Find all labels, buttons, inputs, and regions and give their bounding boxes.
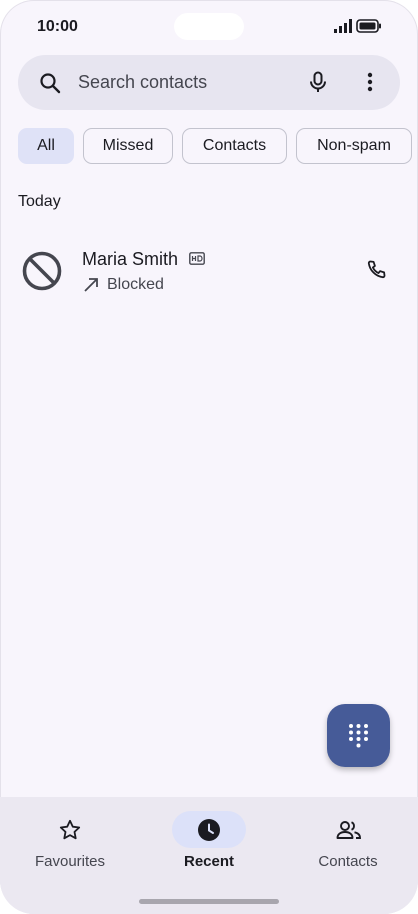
call-log-row[interactable]: Maria Smith Blocked xyxy=(0,235,418,307)
nav-indicator xyxy=(172,811,246,848)
section-header-today: Today xyxy=(18,193,61,210)
filter-chip-label: Contacts xyxy=(202,137,267,154)
camera-notch xyxy=(174,13,244,40)
nav-label: Recent xyxy=(183,853,235,870)
caller-name: Maria Smith xyxy=(82,249,179,269)
block-icon xyxy=(22,251,62,291)
phone-screen: 10:00 Search contacts All Missed Contact… xyxy=(0,0,418,914)
mic-icon[interactable] xyxy=(306,70,330,94)
nav-favourites[interactable]: Favourites xyxy=(0,797,140,887)
nav-label: Contacts xyxy=(318,853,378,870)
search-bar[interactable]: Search contacts xyxy=(18,55,400,110)
filter-chip-label: Missed xyxy=(102,137,154,154)
clock-icon xyxy=(198,819,220,841)
outgoing-call-arrow-icon xyxy=(84,278,98,292)
nav-recent[interactable]: Recent xyxy=(139,797,279,887)
filter-chip-all[interactable]: All xyxy=(18,128,74,164)
search-icon xyxy=(40,73,61,94)
filter-chip-label: All xyxy=(37,137,55,154)
filter-chip-label: Non-spam xyxy=(317,137,391,154)
status-time: 10:00 xyxy=(37,18,78,35)
search-input[interactable]: Search contacts xyxy=(78,72,207,93)
signal-icon xyxy=(334,19,352,33)
call-status: Blocked xyxy=(107,276,164,293)
people-icon xyxy=(336,821,361,839)
battery-icon xyxy=(356,19,381,33)
nav-contacts[interactable]: Contacts xyxy=(278,797,418,887)
nav-indicator xyxy=(311,811,385,848)
home-indicator[interactable] xyxy=(139,899,279,904)
dialpad-icon xyxy=(349,724,368,748)
filter-chip-non-spam[interactable]: Non-spam xyxy=(296,128,412,164)
filter-chip-contacts[interactable]: Contacts xyxy=(182,128,287,164)
star-icon xyxy=(59,819,81,840)
nav-indicator xyxy=(33,811,107,848)
hd-icon xyxy=(189,252,205,265)
more-vert-icon[interactable] xyxy=(358,70,382,94)
filter-chip-missed[interactable]: Missed xyxy=(83,128,173,164)
dialpad-button[interactable] xyxy=(327,704,390,767)
bottom-navigation: Favourites Recent Contacts xyxy=(0,797,418,914)
nav-label: Favourites xyxy=(34,853,106,870)
status-bar: 10:00 xyxy=(0,0,418,54)
call-icon[interactable] xyxy=(364,258,388,282)
